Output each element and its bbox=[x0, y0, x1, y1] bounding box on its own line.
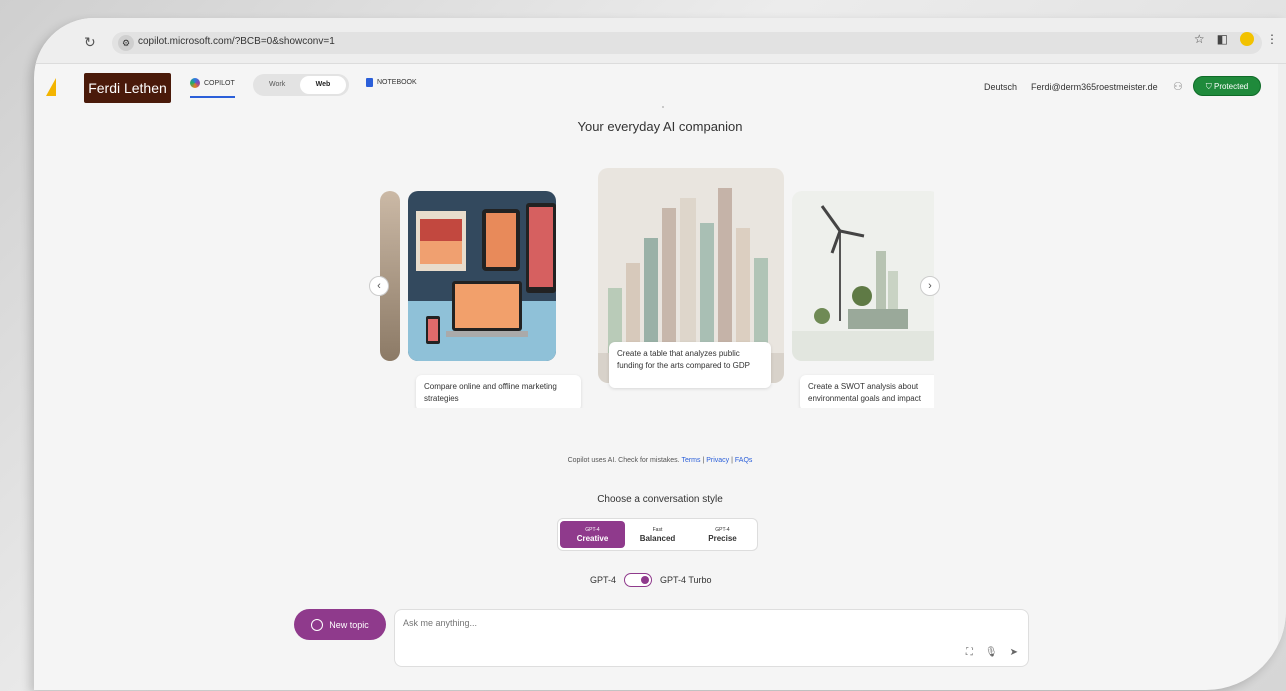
carousel-card[interactable] bbox=[408, 191, 556, 361]
style-creative-button[interactable]: GPT-4 Creative bbox=[560, 521, 625, 548]
chevron-left-icon: ‹ bbox=[377, 280, 381, 292]
page-tagline: Your everyday AI companion bbox=[577, 119, 743, 134]
style-precise-button[interactable]: GPT-4 Precise bbox=[690, 521, 755, 548]
tab-copilot[interactable]: COPILOT bbox=[190, 78, 235, 98]
tab-notebook-label: NOTEBOOK bbox=[377, 79, 417, 86]
image-search-icon[interactable]: ⛶ bbox=[966, 647, 973, 658]
conversation-style-selector: GPT-4 Creative Fast Balanced GPT-4 Preci… bbox=[557, 518, 758, 551]
card-caption[interactable]: Create a SWOT analysis about environment… bbox=[800, 375, 934, 408]
chat-input-box[interactable]: ⛶ 🎙 ➤ bbox=[394, 609, 1029, 667]
browser-window: ↻ ⚙ copilot.microsoft.com/?BCB=0&showcon… bbox=[34, 18, 1286, 690]
sidebar-icon[interactable]: ◧ bbox=[1217, 32, 1228, 46]
person-icon[interactable]: ⚇ bbox=[1173, 80, 1183, 93]
carousel-next-button[interactable]: › bbox=[920, 276, 940, 296]
notebook-icon bbox=[366, 78, 373, 87]
card-caption[interactable]: Create a table that analyzes public fund… bbox=[609, 342, 771, 388]
logo-mark bbox=[46, 78, 56, 96]
mode-work-option[interactable]: Work bbox=[269, 81, 285, 88]
divider-dot bbox=[662, 106, 664, 108]
address-bar[interactable]: ⚙ copilot.microsoft.com/?BCB=0&showconv=… bbox=[112, 32, 1262, 54]
reload-icon[interactable]: ↻ bbox=[84, 34, 96, 51]
new-topic-label: New topic bbox=[329, 619, 369, 630]
suggestion-carousel: Compare online and offline marketing str… bbox=[380, 168, 934, 408]
language-selector[interactable]: Deutsch bbox=[984, 82, 1017, 92]
model-left-label: GPT-4 bbox=[590, 575, 617, 585]
new-topic-button[interactable]: New topic bbox=[294, 609, 386, 640]
ai-disclaimer: Copilot uses AI. Check for mistakes. Ter… bbox=[567, 457, 753, 464]
new-topic-icon bbox=[311, 618, 324, 631]
model-switch-row: GPT-4 GPT-4 Turbo bbox=[590, 573, 712, 587]
carousel-card[interactable] bbox=[792, 191, 934, 361]
browser-actions: ☆ ◧ ⋮ bbox=[1194, 32, 1278, 46]
protected-label: Protected bbox=[1213, 82, 1249, 91]
shield-icon: ⛉ bbox=[1205, 82, 1214, 91]
style-label: Balanced bbox=[639, 534, 676, 543]
style-label: Precise bbox=[708, 534, 737, 543]
tab-copilot-label: COPILOT bbox=[204, 79, 235, 87]
site-settings-icon[interactable]: ⚙ bbox=[118, 35, 134, 51]
url-text[interactable]: copilot.microsoft.com/?BCB=0&showconv=1 bbox=[138, 36, 335, 47]
tab-notebook[interactable]: NOTEBOOK bbox=[366, 78, 417, 87]
profile-icon[interactable] bbox=[1240, 32, 1254, 46]
user-name-badge: Ferdi Lethen bbox=[84, 73, 171, 103]
microphone-icon[interactable]: 🎙 bbox=[985, 647, 998, 658]
style-model-label: GPT-4 bbox=[715, 527, 730, 533]
privacy-link[interactable]: Privacy bbox=[706, 457, 729, 464]
conversation-style-title: Choose a conversation style bbox=[597, 494, 723, 505]
card-caption[interactable]: Compare online and offline marketing str… bbox=[416, 375, 581, 408]
faqs-link[interactable]: FAQs bbox=[735, 457, 753, 464]
mode-web-option[interactable]: Web bbox=[300, 76, 346, 94]
input-actions: ⛶ 🎙 ➤ bbox=[966, 647, 1018, 658]
disclaimer-text: Copilot uses AI. Check for mistakes. bbox=[567, 457, 680, 464]
copilot-header: Ferdi Lethen COPILOT Work Web NOTEBOOK D… bbox=[34, 64, 1286, 114]
model-right-label: GPT-4 Turbo bbox=[660, 575, 712, 585]
carousel-prev-button[interactable]: ‹ bbox=[369, 276, 389, 296]
chevron-right-icon: › bbox=[928, 280, 932, 292]
protected-badge[interactable]: ⛉ Protected bbox=[1193, 76, 1261, 96]
chat-input[interactable] bbox=[403, 618, 903, 628]
card-image-devices bbox=[408, 191, 556, 361]
work-web-toggle[interactable]: Work Web bbox=[253, 74, 349, 96]
send-icon[interactable]: ➤ bbox=[1010, 647, 1018, 658]
browser-toolbar: ↻ ⚙ copilot.microsoft.com/?BCB=0&showcon… bbox=[34, 18, 1286, 64]
copilot-logo-icon bbox=[190, 78, 200, 88]
gpt4-turbo-toggle[interactable] bbox=[624, 573, 653, 587]
style-balanced-button[interactable]: Fast Balanced bbox=[625, 521, 690, 548]
style-label: Creative bbox=[576, 534, 609, 543]
star-icon[interactable]: ☆ bbox=[1194, 32, 1205, 46]
page-scrollbar[interactable] bbox=[1278, 64, 1286, 674]
toggle-knob bbox=[641, 576, 650, 584]
account-email[interactable]: Ferdi@derm365roestmeister.de bbox=[1031, 82, 1158, 92]
card-image-wind-turbine bbox=[792, 191, 934, 361]
terms-link[interactable]: Terms bbox=[681, 457, 700, 464]
screenshot-frame: ↻ ⚙ copilot.microsoft.com/?BCB=0&showcon… bbox=[0, 0, 1286, 691]
style-model-label: GPT-4 bbox=[585, 527, 600, 533]
style-model-label: Fast bbox=[652, 527, 663, 533]
menu-icon[interactable]: ⋮ bbox=[1266, 32, 1278, 46]
